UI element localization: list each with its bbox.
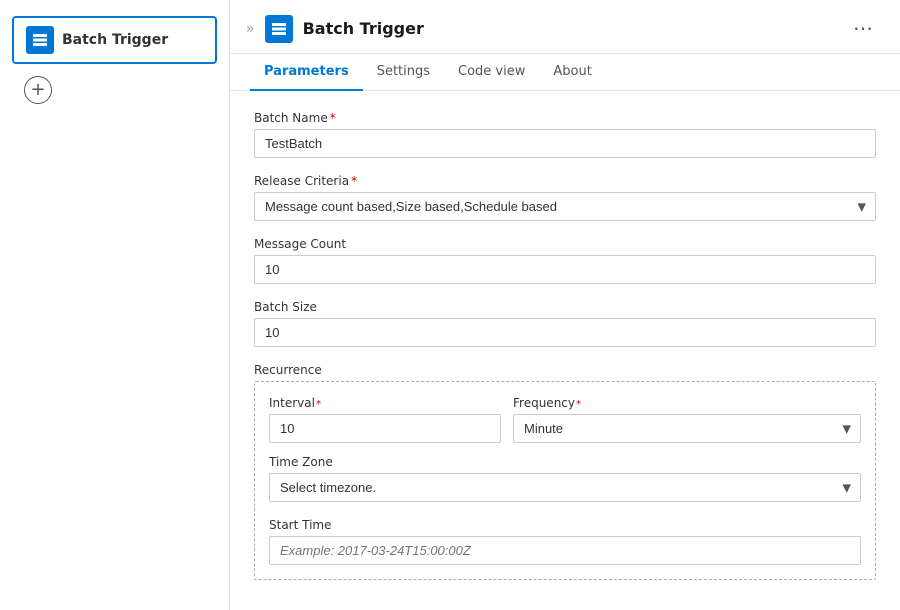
message-count-group: Message Count [254,237,876,284]
add-button[interactable]: + [24,76,52,104]
recurrence-section-label: Recurrence [254,363,876,377]
right-panel: » Batch Trigger ⋯ Parameters Settings Co… [230,0,900,610]
batch-size-label: Batch Size [254,300,876,314]
interval-field: Interval* [269,396,501,443]
tabs-bar: Parameters Settings Code view About [230,54,900,91]
interval-frequency-row: Interval* Frequency* Minute Second H [269,396,861,443]
timezone-label: Time Zone [269,455,861,469]
trigger-card[interactable]: Batch Trigger [12,16,217,64]
release-criteria-wrapper: Message count based,Size based,Schedule … [254,192,876,221]
tab-about[interactable]: About [539,54,605,91]
tab-parameters[interactable]: Parameters [250,54,363,91]
form-area: Batch Name* Release Criteria* Message co… [230,91,900,610]
interval-label: Interval* [269,396,501,410]
message-count-input[interactable] [254,255,876,284]
release-criteria-group: Release Criteria* Message count based,Si… [254,174,876,221]
recurrence-group: Recurrence Interval* Frequency* [254,363,876,580]
timezone-wrapper: Select timezone. ▼ [269,473,861,502]
batch-size-group: Batch Size [254,300,876,347]
frequency-wrapper: Minute Second Hour Day Week Month ▼ [513,414,861,443]
frequency-field: Frequency* Minute Second Hour Day Week M… [513,396,861,443]
header-title: Batch Trigger [303,19,837,38]
tab-settings[interactable]: Settings [363,54,444,91]
breadcrumb-arrow: » [246,21,255,37]
timezone-group: Time Zone Select timezone. ▼ [269,455,861,502]
left-panel: Batch Trigger + [0,0,230,610]
batch-size-input[interactable] [254,318,876,347]
interval-input[interactable] [269,414,501,443]
start-time-group: Start Time [269,518,861,565]
batch-name-label: Batch Name* [254,111,876,125]
timezone-select[interactable]: Select timezone. [269,473,861,502]
more-options-button[interactable]: ⋯ [847,14,880,43]
frequency-select[interactable]: Minute Second Hour Day Week Month [513,414,861,443]
start-time-input[interactable] [269,536,861,565]
trigger-icon [26,26,54,54]
message-count-label: Message Count [254,237,876,251]
batch-name-input[interactable] [254,129,876,158]
trigger-label: Batch Trigger [62,32,168,48]
recurrence-box: Interval* Frequency* Minute Second H [254,381,876,580]
release-criteria-label: Release Criteria* [254,174,876,188]
start-time-label: Start Time [269,518,861,532]
batch-name-group: Batch Name* [254,111,876,158]
tab-codeview[interactable]: Code view [444,54,539,91]
header-icon [265,15,293,43]
panel-header: » Batch Trigger ⋯ [230,0,900,54]
frequency-label: Frequency* [513,396,861,410]
release-criteria-select[interactable]: Message count based,Size based,Schedule … [254,192,876,221]
